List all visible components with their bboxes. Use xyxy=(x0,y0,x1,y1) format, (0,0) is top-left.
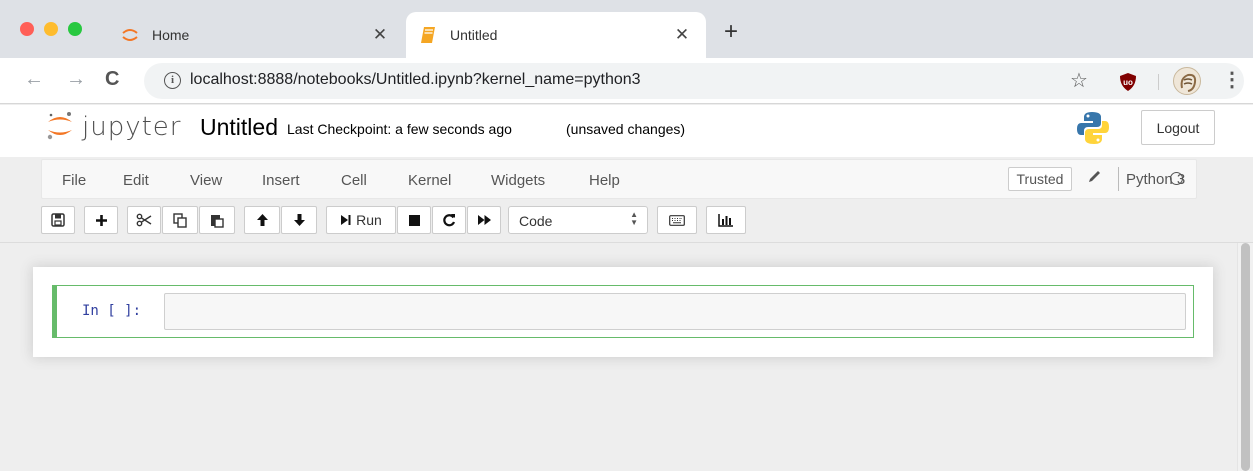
python-logo-icon xyxy=(1075,110,1111,146)
address-url[interactable]: localhost:8888/notebooks/Untitled.ipynb?… xyxy=(190,71,641,89)
scissors-icon xyxy=(136,213,152,227)
browser-menu-icon[interactable]: ⋮ xyxy=(1222,68,1242,92)
menu-cell[interactable]: Cell xyxy=(341,172,367,189)
cell-type-value: Code xyxy=(519,213,553,229)
restart-icon xyxy=(442,213,456,227)
browser-toolbar: ← → C i localhost:8888/notebooks/Untitle… xyxy=(0,58,1253,104)
tab-untitled-title: Untitled xyxy=(450,27,498,43)
move-down-button[interactable] xyxy=(281,206,317,234)
notebook-title[interactable]: Untitled xyxy=(200,114,278,141)
jupyter-logo-icon[interactable] xyxy=(45,110,75,142)
cell-input-prompt: In [ ]: xyxy=(82,303,142,319)
tab-untitled-close-icon[interactable]: ✕ xyxy=(670,25,694,45)
toolbar-separator xyxy=(1158,74,1159,90)
svg-text:uo: uo xyxy=(1123,78,1133,87)
menu-widgets[interactable]: Widgets xyxy=(491,172,545,189)
plus-icon xyxy=(95,214,108,227)
interrupt-button[interactable] xyxy=(397,206,431,234)
kernel-idle-icon xyxy=(1170,172,1183,185)
reload-button[interactable]: C xyxy=(105,68,119,90)
copy-button[interactable] xyxy=(162,206,198,234)
scrollbar-thumb[interactable] xyxy=(1241,243,1250,471)
jupyter-favicon-icon xyxy=(120,25,140,45)
arrow-down-icon xyxy=(293,213,306,227)
kernel-separator xyxy=(1118,167,1119,191)
keyboard-icon xyxy=(669,214,685,226)
notebook-menubar: File Edit View Insert Cell Kernel Widget… xyxy=(41,159,1197,199)
save-icon xyxy=(51,213,65,227)
cut-button[interactable] xyxy=(127,206,161,234)
forward-button[interactable]: → xyxy=(66,68,86,90)
stop-icon xyxy=(408,214,420,226)
chart-button[interactable] xyxy=(706,206,746,234)
run-label: Run xyxy=(356,212,382,228)
fast-forward-icon xyxy=(477,214,492,226)
cell-type-select[interactable]: Code ▲ ▼ xyxy=(508,206,648,234)
back-button[interactable]: ← xyxy=(24,68,44,90)
menu-edit[interactable]: Edit xyxy=(123,172,149,189)
arrow-up-icon xyxy=(256,213,269,227)
paste-icon xyxy=(210,213,224,228)
insert-cell-button[interactable] xyxy=(84,206,118,234)
move-up-button[interactable] xyxy=(244,206,280,234)
save-button[interactable] xyxy=(41,206,75,234)
select-arrows-icon: ▲ ▼ xyxy=(630,210,638,227)
menu-kernel[interactable]: Kernel xyxy=(408,172,451,189)
window-minimize-button[interactable] xyxy=(44,22,58,36)
tab-untitled[interactable]: Untitled ✕ xyxy=(406,12,706,58)
cell-code-editor[interactable] xyxy=(164,293,1186,330)
trusted-indicator[interactable]: Trusted xyxy=(1008,167,1072,191)
window-maximize-button[interactable] xyxy=(68,22,82,36)
logout-button[interactable]: Logout xyxy=(1141,110,1215,145)
copy-icon xyxy=(173,212,187,228)
ublock-icon[interactable]: uo xyxy=(1118,72,1138,92)
site-info-icon[interactable]: i xyxy=(164,72,181,89)
menu-help[interactable]: Help xyxy=(589,172,620,189)
window-close-button[interactable] xyxy=(20,22,34,36)
profile-avatar[interactable] xyxy=(1173,67,1201,95)
run-button[interactable]: Run xyxy=(326,206,396,234)
restart-run-all-button[interactable] xyxy=(467,206,501,234)
bar-chart-icon xyxy=(718,213,734,227)
unsaved-indicator: (unsaved changes) xyxy=(566,121,686,137)
tab-home-close-icon[interactable]: ✕ xyxy=(368,25,392,45)
checkpoint-status: Last Checkpoint: a few seconds ago xyxy=(287,121,512,137)
tab-home[interactable]: Home ✕ xyxy=(108,12,404,58)
notebook-favicon-icon xyxy=(418,25,438,45)
menu-insert[interactable]: Insert xyxy=(262,172,300,189)
bookmark-star-icon[interactable]: ☆ xyxy=(1070,68,1088,93)
paste-button[interactable] xyxy=(199,206,235,234)
browser-tabstrip: Home ✕ Untitled ✕ + xyxy=(0,0,1253,58)
new-tab-button[interactable]: + xyxy=(724,20,738,44)
header-divider xyxy=(0,242,1253,243)
pencil-icon[interactable] xyxy=(1087,169,1102,188)
command-palette-button[interactable] xyxy=(657,206,697,234)
menu-file[interactable]: File xyxy=(62,172,86,189)
restart-kernel-button[interactable] xyxy=(432,206,466,234)
tab-home-title: Home xyxy=(152,27,190,43)
jupyter-wordmark: jupyter xyxy=(82,112,182,142)
menu-view[interactable]: View xyxy=(190,172,222,189)
step-forward-icon xyxy=(340,214,351,226)
